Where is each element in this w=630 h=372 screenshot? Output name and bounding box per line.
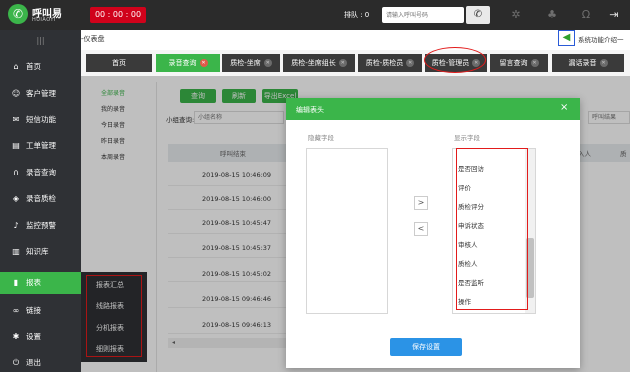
headphones-icon: ∩ (13, 168, 19, 177)
ticket-icon: ▤ (12, 141, 20, 150)
sidebar-item-label: 客户管理 (26, 89, 56, 98)
home-icon: ⌂ (13, 62, 19, 71)
close-tab-icon[interactable]: ✕ (406, 59, 415, 67)
shown-fields-label: 显示字段 (454, 134, 480, 142)
tab-recording-query[interactable]: 录音查询 ✕ (156, 54, 220, 72)
tab-label: 录音查询 (168, 59, 197, 67)
close-tab-icon[interactable]: ✕ (263, 59, 272, 67)
shield-icon: ◈ (12, 194, 20, 203)
close-tab-icon[interactable]: ✕ (338, 59, 347, 67)
link-icon: ∞ (12, 306, 20, 315)
tab-label: 首页 (112, 59, 126, 67)
tab-label: 质检-坐席 (230, 59, 261, 67)
headset-icon[interactable]: Ω (578, 7, 594, 23)
tab-qa-team-lead[interactable]: 质检-坐席组长 ✕ (283, 54, 355, 72)
sidebar: ||| ⌂ 首页 ☺ 客户管理 ✉ 短信功能 ▤ 工单管理 ∩ 录音查询 ◈ 录音质检 ♪ 监… (0, 30, 81, 372)
sidebar-item-logout[interactable]: ⏻ 退出 (0, 352, 81, 372)
sidebar-item-label: 录音质检 (26, 194, 56, 203)
breadcrumb: -仪表盘 (81, 35, 105, 43)
sidebar-item-recording-query[interactable]: ∩ 录音查询 (0, 162, 81, 184)
sidebar-item-label: 首页 (26, 62, 41, 71)
sidebar-item-home[interactable]: ⌂ 首页 (0, 56, 81, 78)
sidebar-item-label: 退出 (26, 358, 41, 367)
sidebar-item-recording-qa[interactable]: ◈ 录音质检 (0, 188, 81, 210)
sidebar-item-sms[interactable]: ✉ 短信功能 (0, 109, 81, 131)
close-tab-icon[interactable]: ✕ (199, 59, 208, 67)
book-icon: ▥ (12, 247, 20, 256)
brand-logo: ✆ 呼叫易 HUIAOYI (8, 4, 78, 26)
tab-label: 漏话录音 (568, 59, 597, 67)
tab-qa-agent[interactable]: 质检-坐席 ✕ (222, 54, 280, 72)
sidebar-item-knowledge[interactable]: ▥ 知识库 (0, 241, 81, 263)
sidebar-item-customers[interactable]: ☺ 客户管理 (0, 83, 81, 105)
sidebar-item-label: 录音查询 (26, 168, 56, 177)
sidebar-item-label: 报表 (26, 278, 41, 287)
edit-columns-dialog: 编辑表头 × 隐藏字段 显示字段 > < 是否回访 评价 质检评分 申诉状态 审… (286, 98, 580, 368)
tab-missed-recording[interactable]: 漏话录音 ✕ (552, 54, 624, 72)
exit-icon[interactable]: ⇥ (606, 7, 622, 23)
phone-icon[interactable]: ✆ (466, 6, 490, 24)
dialog-header: 编辑表头 × (286, 98, 580, 120)
sidebar-item-reports[interactable]: ▮ 报表 (0, 272, 81, 294)
tab-home[interactable]: 首页 (86, 54, 152, 72)
phone-circle-logo-icon: ✆ (8, 4, 28, 24)
close-tab-icon[interactable]: ✕ (530, 59, 539, 67)
sidebar-item-label: 短信功能 (26, 115, 56, 124)
shown-fields-highlight (456, 148, 528, 310)
call-number-input[interactable] (382, 7, 464, 23)
help-link[interactable]: 系统功能介绍一 (578, 34, 624, 44)
power-icon: ⏻ (12, 358, 20, 367)
sidebar-collapse-icon[interactable]: ||| (0, 30, 81, 52)
hidden-fields-label: 隐藏字段 (308, 134, 334, 142)
queue-count: 排队 : 0 (344, 11, 370, 19)
tab-qa-inspector[interactable]: 质检-质检员 ✕ (358, 54, 422, 72)
save-settings-button[interactable]: 保存设置 (390, 338, 462, 356)
call-timer: 00 : 00 : 00 (90, 7, 146, 23)
tab-highlight (424, 47, 486, 73)
sidebar-item-monitoring[interactable]: ♪ 监控预警 (0, 215, 81, 237)
sidebar-item-tickets[interactable]: ▤ 工单管理 (0, 135, 81, 157)
bar-chart-icon: ▮ (13, 278, 19, 287)
sidebar-item-label: 工单管理 (26, 141, 56, 150)
close-tab-icon[interactable]: ✕ (599, 59, 608, 67)
hidden-fields-list[interactable] (306, 148, 388, 314)
move-left-button[interactable]: < (414, 222, 428, 236)
sidebar-item-label: 链接 (26, 306, 41, 315)
settings-icon: ✱ (12, 332, 20, 341)
group-icon[interactable]: ♣ (544, 7, 560, 23)
brand-subname: HUIAOYI (32, 17, 56, 23)
dialog-title: 编辑表头 (296, 106, 324, 114)
bell-icon: ♪ (13, 221, 19, 230)
sidebar-item-links[interactable]: ∞ 链接 (0, 300, 81, 322)
users-icon: ☺ (11, 89, 21, 98)
tab-label: 留言查询 (499, 59, 528, 67)
sidebar-item-label: 监控预警 (26, 221, 56, 230)
tab-label: 质检-坐席组长 (291, 59, 336, 67)
sidebar-item-label: 设置 (26, 332, 41, 341)
sidebar-item-settings[interactable]: ✱ 设置 (0, 326, 81, 348)
tab-label: 质检-质检员 (365, 59, 404, 67)
top-bar: ✆ 呼叫易 HUIAOYI 00 : 00 : 00 排队 : 0 ✆ ✲ ♣ … (0, 0, 630, 30)
speaker-icon[interactable]: ◀ (558, 30, 575, 46)
tab-voicemail[interactable]: 留言查询 ✕ (490, 54, 548, 72)
envelope-icon: ✉ (12, 115, 20, 124)
move-right-button[interactable]: > (414, 196, 428, 210)
sidebar-item-label: 知识库 (26, 247, 49, 256)
gear-icon[interactable]: ✲ (508, 7, 524, 23)
close-icon[interactable]: × (560, 102, 568, 113)
